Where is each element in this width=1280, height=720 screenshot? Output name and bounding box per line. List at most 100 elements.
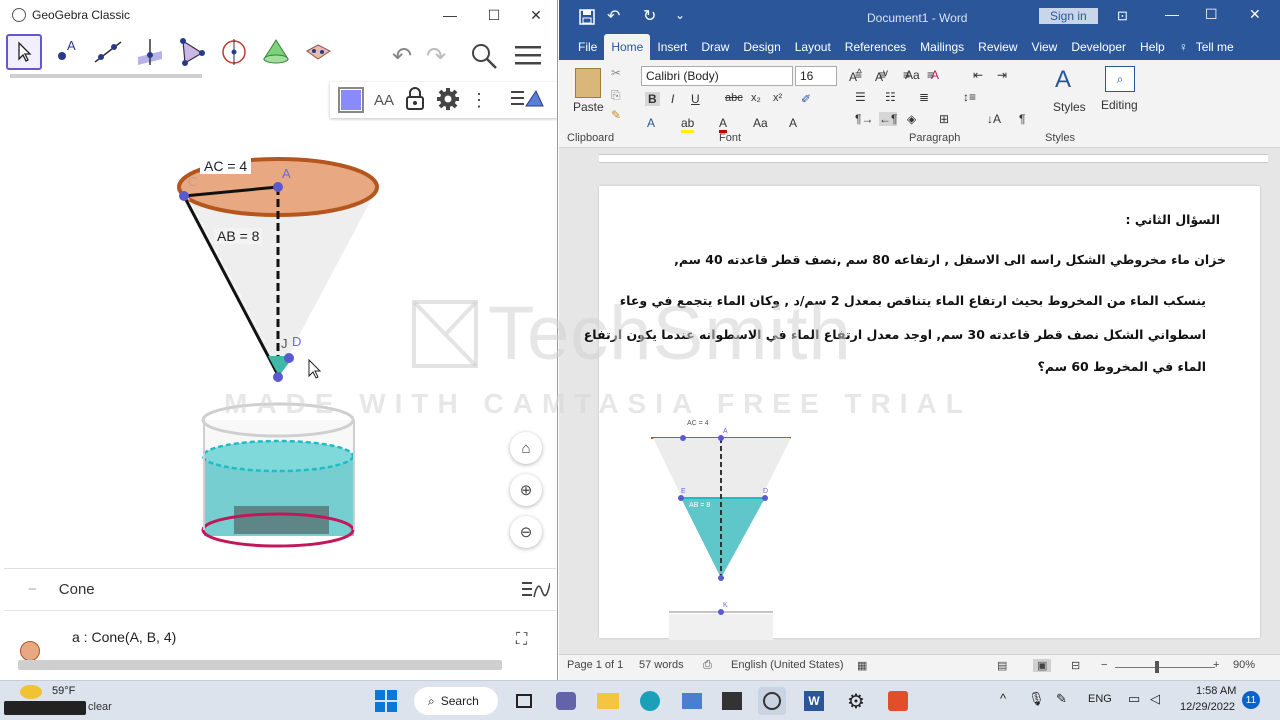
polygon-tool-icon[interactable]: [174, 34, 210, 70]
app-tv-icon[interactable]: [718, 687, 746, 715]
perpendicular-tool-icon[interactable]: [132, 34, 168, 70]
tab-layout[interactable]: Layout: [788, 34, 838, 60]
mic-icon[interactable]: 🎙: [1028, 691, 1045, 707]
paste-label[interactable]: Paste: [573, 100, 604, 114]
volume-icon[interactable]: ◁: [1150, 691, 1160, 707]
web-layout-icon[interactable]: ⊟: [1071, 659, 1080, 672]
edge-icon[interactable]: [636, 687, 664, 715]
line-tool-icon[interactable]: [90, 34, 126, 70]
font-name-field[interactable]: Calibri (Body): [641, 66, 793, 86]
subscript-button[interactable]: x₂: [751, 92, 761, 104]
recorder-controls[interactable]: [4, 701, 86, 715]
language-indicator[interactable]: ENG: [1088, 693, 1112, 705]
underline-button[interactable]: U: [691, 92, 700, 106]
task-view-icon[interactable]: [510, 687, 538, 715]
align-right-icon[interactable]: ≡: [903, 68, 910, 82]
sort-icon[interactable]: ↓A: [987, 112, 1001, 126]
language[interactable]: English (United States): [731, 659, 844, 671]
minimize-button[interactable]: —: [428, 0, 472, 30]
tray-overflow-icon[interactable]: ^: [1000, 691, 1006, 706]
zoom-in-icon[interactable]: +: [1213, 659, 1219, 671]
gear-icon[interactable]: [436, 87, 460, 114]
word-close-button[interactable]: ✕: [1249, 6, 1261, 23]
zoom-slider-thumb[interactable]: [1155, 661, 1159, 673]
numbering-icon[interactable]: ☷: [885, 90, 896, 104]
print-layout-icon[interactable]: ▣: [1033, 659, 1052, 672]
horizontal-scrollbar[interactable]: [18, 660, 502, 670]
color-swatch-button[interactable]: [338, 87, 364, 113]
lock-icon[interactable]: [404, 86, 426, 114]
font-size-field[interactable]: 16: [795, 66, 837, 86]
justify-icon[interactable]: ≡: [927, 68, 934, 82]
char-shading-icon[interactable]: A: [789, 116, 797, 130]
word-maximize-button[interactable]: ☐: [1205, 6, 1218, 23]
collapse-icon[interactable]: −: [28, 581, 37, 598]
read-mode-icon[interactable]: ▤: [997, 659, 1007, 672]
text-effects-button[interactable]: A: [647, 116, 655, 130]
weather-icon[interactable]: [20, 685, 42, 699]
ribbon-display-icon[interactable]: ⊡: [1117, 8, 1128, 24]
file-explorer-icon[interactable]: [594, 687, 622, 715]
zoom-in-button[interactable]: ⊕: [510, 474, 542, 506]
show-marks-icon[interactable]: ¶: [1019, 112, 1025, 126]
document-page[interactable]: السؤال الثاني : خزان ماء مخروطي الشكل را…: [584, 186, 1260, 640]
styles-icon[interactable]: A: [1055, 66, 1071, 94]
page-count[interactable]: Page 1 of 1: [567, 659, 623, 671]
search-icon[interactable]: [470, 42, 498, 73]
align-center-icon[interactable]: ≡: [879, 68, 886, 82]
format-painter-icon[interactable]: ✎: [611, 108, 621, 122]
start-icon[interactable]: [372, 687, 400, 715]
tab-tell-me[interactable]: ♀ Tell me: [1172, 34, 1241, 60]
save-icon[interactable]: [579, 9, 595, 28]
strikethrough-button[interactable]: abc: [725, 92, 743, 104]
clock-date[interactable]: 12/29/2022: [1180, 701, 1235, 713]
tab-references[interactable]: References: [838, 34, 913, 60]
maximize-button[interactable]: ☐: [472, 0, 516, 30]
tab-help[interactable]: Help: [1133, 34, 1172, 60]
find-icon[interactable]: ⌕: [1105, 66, 1135, 92]
copy-icon[interactable]: ⎘: [611, 88, 621, 103]
redo-icon[interactable]: ↻: [643, 6, 656, 26]
text-style-button[interactable]: AA: [374, 92, 394, 109]
geogebra-taskbar-icon[interactable]: [758, 687, 786, 715]
fullscreen-button[interactable]: ⛶: [516, 631, 527, 649]
settings-taskbar-icon[interactable]: ⚙: [842, 687, 870, 715]
graphics-3d-view[interactable]: AC = 4 AB = 8 A C J D ⌂ ⊕ ⊖: [4, 120, 556, 564]
proofing-icon[interactable]: ⎙: [703, 659, 712, 672]
zoom-slider[interactable]: [1115, 667, 1215, 668]
teams-icon[interactable]: [552, 687, 580, 715]
align-left-icon[interactable]: ≡: [855, 68, 862, 82]
menu-icon[interactable]: [514, 44, 542, 71]
font-size-aa-icon[interactable]: Aa: [753, 116, 768, 130]
zoom-out-icon[interactable]: −: [1101, 659, 1107, 671]
tab-developer[interactable]: Developer: [1064, 34, 1133, 60]
view-style-icon[interactable]: [510, 88, 544, 113]
visibility-toggle-icon[interactable]: [20, 641, 40, 661]
word-minimize-button[interactable]: —: [1165, 6, 1179, 22]
network-icon[interactable]: ▭: [1128, 691, 1140, 707]
font-color-icon[interactable]: A: [719, 116, 728, 133]
search-box[interactable]: ⌕ Search: [414, 687, 498, 715]
text-effects-icon[interactable]: ✐: [801, 92, 811, 106]
paste-icon[interactable]: [575, 68, 601, 98]
circle-tool-icon[interactable]: [216, 34, 252, 70]
tab-design[interactable]: Design: [736, 34, 787, 60]
highlight-icon[interactable]: ab: [681, 116, 695, 133]
notification-badge[interactable]: 11: [1242, 691, 1260, 709]
tab-file[interactable]: File: [571, 34, 604, 60]
tab-review[interactable]: Review: [971, 34, 1024, 60]
cut-icon[interactable]: ✂: [611, 66, 621, 80]
algebra-group-header[interactable]: − Cone: [4, 569, 556, 611]
weather-desc[interactable]: clear: [88, 701, 112, 713]
zoom-level[interactable]: 90%: [1233, 659, 1255, 671]
borders-icon[interactable]: ⊞: [939, 112, 949, 126]
sign-in-button[interactable]: Sign in: [1039, 8, 1098, 24]
rtl-icon[interactable]: ←¶: [879, 112, 898, 126]
tab-view[interactable]: View: [1025, 34, 1065, 60]
decrease-indent-icon[interactable]: ⇤: [973, 68, 983, 82]
word-taskbar-icon[interactable]: W: [800, 687, 828, 715]
undo-button[interactable]: ↶: [392, 42, 412, 71]
net-tool-icon[interactable]: [300, 34, 336, 70]
styles-label[interactable]: Styles: [1053, 100, 1086, 114]
line-spacing-icon[interactable]: ↕≡: [963, 90, 976, 104]
